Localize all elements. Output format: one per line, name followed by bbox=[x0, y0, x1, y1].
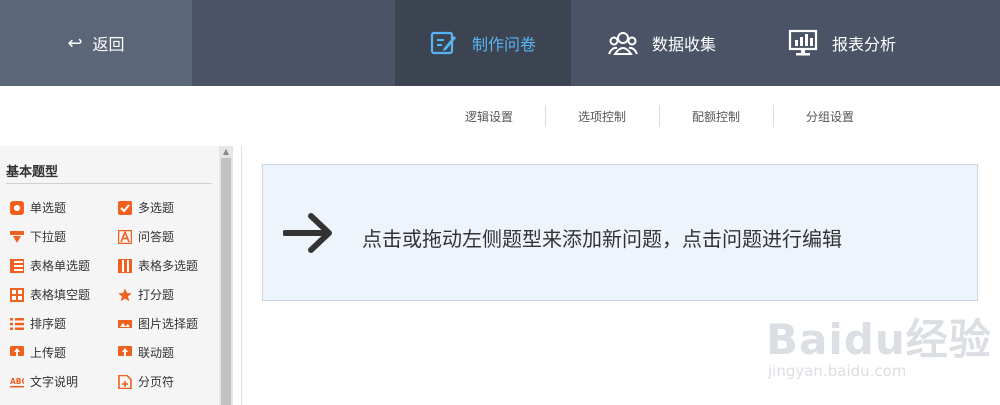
question-type-label: 单选题 bbox=[30, 201, 67, 215]
question-type-label: 分页符 bbox=[138, 375, 175, 389]
divider bbox=[545, 105, 546, 127]
chart-monitor-icon bbox=[788, 29, 818, 56]
tab-report-analysis[interactable]: 报表分析 bbox=[752, 0, 932, 86]
question-type-label: 排序题 bbox=[30, 317, 67, 331]
option-control-button[interactable]: 选项控制 bbox=[578, 108, 626, 125]
sort-list-icon bbox=[10, 317, 24, 331]
abc-text-icon: ABC bbox=[10, 375, 24, 389]
question-type-label: 问答题 bbox=[138, 230, 175, 244]
tab-label: 报表分析 bbox=[831, 35, 896, 54]
scroll-thumb[interactable] bbox=[221, 158, 231, 405]
question-type-table-single[interactable]: 表格单选题 bbox=[10, 257, 90, 274]
edit-icon bbox=[430, 31, 456, 55]
question-type-panel: 基本题型 单选题 多选题 下拉题 问答题 表格单选题 表格多选题 表格填空题 打… bbox=[0, 146, 233, 405]
table-radio-icon bbox=[10, 258, 24, 273]
tab-label: 数据收集 bbox=[651, 35, 716, 54]
section-title: 基本题型 bbox=[6, 165, 59, 180]
question-type-text-answer[interactable]: 问答题 bbox=[118, 228, 174, 245]
back-button[interactable]: ↩ 返回 bbox=[0, 0, 192, 86]
table-checkbox-icon bbox=[118, 258, 132, 273]
divider bbox=[241, 146, 242, 405]
divider bbox=[773, 105, 774, 127]
question-type-label: 文字说明 bbox=[30, 375, 79, 389]
question-type-label: 表格填空题 bbox=[30, 288, 91, 302]
back-label: 返回 bbox=[92, 35, 125, 54]
question-type-label: 表格多选题 bbox=[138, 259, 199, 273]
checkbox-icon bbox=[118, 200, 132, 215]
logic-toolbar: 逻辑设置 选项控制 配额控制 分组设置 bbox=[0, 86, 1000, 146]
svg-text:ABC: ABC bbox=[10, 377, 24, 386]
table-fill-icon bbox=[10, 287, 24, 302]
tab-design-questionnaire[interactable]: 制作问卷 bbox=[395, 0, 571, 86]
watermark-url: jingyan.baidu.com bbox=[768, 362, 907, 380]
page-break-icon bbox=[118, 374, 132, 389]
question-type-label: 上传题 bbox=[30, 346, 67, 360]
image-choice-icon bbox=[118, 317, 132, 331]
question-type-page-break[interactable]: 分页符 bbox=[118, 373, 174, 390]
question-type-label: 打分题 bbox=[138, 288, 175, 302]
arrow-right-icon bbox=[283, 213, 332, 253]
question-type-upload[interactable]: 上传题 bbox=[10, 344, 66, 361]
question-type-dropdown[interactable]: 下拉题 bbox=[10, 228, 66, 245]
question-type-linkage[interactable]: 联动题 bbox=[118, 344, 174, 361]
group-settings-button[interactable]: 分组设置 bbox=[806, 108, 854, 125]
divider bbox=[6, 183, 212, 184]
question-type-label: 下拉题 bbox=[30, 230, 67, 244]
question-type-text-description[interactable]: ABC 文字说明 bbox=[10, 373, 78, 390]
question-type-label: 联动题 bbox=[138, 346, 175, 360]
panel-scrollbar[interactable]: ▲ bbox=[219, 146, 233, 405]
users-icon bbox=[608, 32, 638, 55]
question-type-rating[interactable]: 打分题 bbox=[118, 286, 174, 303]
tab-data-collection[interactable]: 数据收集 bbox=[572, 0, 752, 86]
logic-settings-button[interactable]: 逻辑设置 bbox=[465, 108, 513, 125]
dropdown-icon bbox=[10, 230, 24, 244]
tab-label: 制作问卷 bbox=[471, 35, 536, 54]
question-type-label: 表格单选题 bbox=[30, 259, 91, 273]
question-type-table-fill[interactable]: 表格填空题 bbox=[10, 286, 90, 303]
upload-icon bbox=[10, 345, 24, 360]
question-type-image-choice[interactable]: 图片选择题 bbox=[118, 315, 198, 332]
quota-control-button[interactable]: 配额控制 bbox=[692, 108, 740, 125]
back-arrow-icon: ↩ bbox=[67, 32, 83, 54]
question-type-single-choice[interactable]: 单选题 bbox=[10, 199, 66, 216]
question-type-sort[interactable]: 排序题 bbox=[10, 315, 66, 332]
question-type-multiple-choice[interactable]: 多选题 bbox=[118, 199, 174, 216]
text-answer-icon bbox=[118, 229, 132, 244]
question-type-label: 多选题 bbox=[138, 201, 175, 215]
top-navigation-bar: ↩ 返回 制作问卷 数据收集 报表分析 bbox=[0, 0, 1000, 86]
question-type-label: 图片选择题 bbox=[138, 317, 199, 331]
question-type-table-multiple[interactable]: 表格多选题 bbox=[118, 257, 198, 274]
add-question-dropzone[interactable]: 点击或拖动左侧题型来添加新问题，点击问题进行编辑 bbox=[262, 164, 978, 301]
scroll-up-arrow-icon[interactable]: ▲ bbox=[219, 146, 233, 158]
baidu-watermark: Baidu经验 jingyan.baidu.com bbox=[766, 296, 996, 402]
linkage-icon bbox=[118, 345, 132, 360]
question-type-list: 基本题型 单选题 多选题 下拉题 问答题 表格单选题 表格多选题 表格填空题 打… bbox=[0, 146, 218, 405]
hint-text: 点击或拖动左侧题型来添加新问题，点击问题进行编辑 bbox=[362, 227, 842, 251]
baidu-logo: Baidu经验 bbox=[766, 315, 992, 364]
star-icon bbox=[118, 288, 132, 302]
divider bbox=[659, 105, 660, 127]
radio-icon bbox=[10, 200, 24, 215]
